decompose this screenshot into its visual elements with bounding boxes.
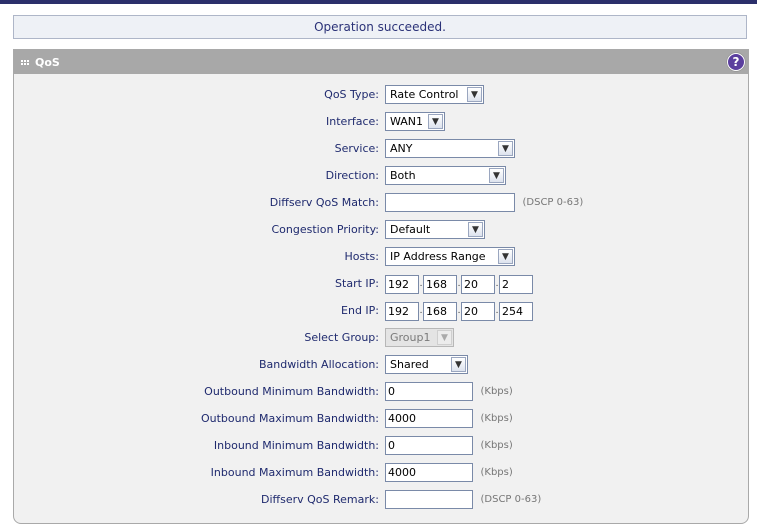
end-ip-octet-1[interactable]: 192: [385, 301, 419, 321]
chevron-down-icon: ▼: [498, 249, 513, 264]
help-icon[interactable]: ?: [727, 53, 745, 71]
row-service: Service: ANY ▼: [14, 139, 750, 159]
inbound-min-hint: (Kbps): [480, 440, 513, 451]
outbound-min-label: Outbound Minimum Bandwidth:: [204, 385, 379, 398]
inbound-max-label: Inbound Maximum Bandwidth:: [210, 466, 379, 479]
row-bandwidth-allocation: Bandwidth Allocation: Shared ▼: [14, 355, 750, 375]
chevron-down-icon: ▼: [489, 168, 504, 183]
status-message: Operation succeeded.: [13, 15, 747, 39]
bandwidth-allocation-value: Shared: [390, 358, 429, 371]
diffserv-remark-input[interactable]: [385, 490, 473, 509]
row-diffserv-match: Diffserv QoS Match: (DSCP 0-63): [14, 193, 750, 213]
chevron-down-icon: ▼: [451, 357, 466, 372]
diffserv-match-hint: (DSCP 0-63): [522, 197, 584, 208]
row-interface: Interface: WAN1 ▼: [14, 112, 750, 132]
top-bar: [0, 0, 757, 4]
chevron-down-icon: ▼: [428, 114, 443, 129]
outbound-min-input[interactable]: 0: [385, 382, 473, 401]
select-group-select: Group1 ▼: [385, 328, 454, 347]
service-select[interactable]: ANY ▼: [385, 139, 515, 158]
select-group-label: Select Group:: [304, 331, 379, 344]
chevron-down-icon: ▼: [467, 87, 482, 102]
start-ip-octet-2[interactable]: 168: [423, 274, 457, 294]
diffserv-remark-hint: (DSCP 0-63): [480, 494, 542, 505]
qos-type-value: Rate Control: [390, 88, 459, 101]
diffserv-match-label: Diffserv QoS Match:: [269, 196, 379, 209]
row-qos-type: QoS Type: Rate Control ▼: [14, 85, 750, 105]
direction-select[interactable]: Both ▼: [385, 166, 506, 185]
interface-select[interactable]: WAN1 ▼: [385, 112, 445, 131]
grip-icon: [21, 59, 29, 65]
chevron-down-icon: ▼: [498, 141, 513, 156]
row-start-ip: Start IP: 192. 168. 20. 2: [14, 274, 750, 294]
direction-label: Direction:: [325, 169, 379, 182]
start-ip-octet-1[interactable]: 192: [385, 274, 419, 294]
row-select-group: Select Group: Group1 ▼: [14, 328, 750, 348]
start-ip-field: 192. 168. 20. 2: [385, 274, 533, 294]
end-ip-field: 192. 168. 20. 254: [385, 301, 533, 321]
direction-value: Both: [390, 169, 416, 182]
panel-title: QoS: [35, 55, 60, 69]
inbound-max-input[interactable]: 4000: [385, 463, 473, 482]
row-congestion-priority: Congestion Priority: Default ▼: [14, 220, 750, 240]
end-ip-octet-4[interactable]: 254: [499, 301, 533, 321]
chevron-down-icon: ▼: [437, 330, 452, 345]
bandwidth-allocation-select[interactable]: Shared ▼: [385, 355, 468, 374]
congestion-priority-label: Congestion Priority:: [271, 223, 380, 236]
start-ip-label: Start IP:: [335, 277, 379, 290]
qos-panel: QoS ? QoS Type: Rate Control ▼ Interface…: [13, 49, 749, 524]
row-end-ip: End IP: 192. 168. 20. 254: [14, 301, 750, 321]
service-value: ANY: [390, 142, 413, 155]
select-group-value: Group1: [390, 331, 431, 344]
qos-type-label: QoS Type:: [324, 88, 379, 101]
hosts-label: Hosts:: [344, 250, 379, 263]
end-ip-octet-2[interactable]: 168: [423, 301, 457, 321]
row-direction: Direction: Both ▼: [14, 166, 750, 186]
outbound-max-label: Outbound Maximum Bandwidth:: [200, 412, 379, 425]
row-outbound-max: Outbound Maximum Bandwidth: 4000 (Kbps): [14, 409, 750, 429]
end-ip-label: End IP:: [341, 304, 379, 317]
interface-value: WAN1: [390, 115, 424, 128]
start-ip-octet-4[interactable]: 2: [499, 274, 533, 294]
inbound-max-hint: (Kbps): [480, 467, 513, 478]
row-outbound-min: Outbound Minimum Bandwidth: 0 (Kbps): [14, 382, 750, 402]
congestion-priority-value: Default: [390, 223, 431, 236]
chevron-down-icon: ▼: [468, 222, 483, 237]
row-inbound-max: Inbound Maximum Bandwidth: 4000 (Kbps): [14, 463, 750, 483]
end-ip-octet-3[interactable]: 20: [461, 301, 495, 321]
row-diffserv-remark: Diffserv QoS Remark: (DSCP 0-63): [14, 490, 750, 510]
inbound-min-label: Inbound Minimum Bandwidth:: [213, 439, 379, 452]
diffserv-remark-label: Diffserv QoS Remark:: [261, 493, 379, 506]
row-hosts: Hosts: IP Address Range ▼: [14, 247, 750, 267]
service-label: Service:: [334, 142, 379, 155]
panel-header: QoS ?: [14, 50, 748, 74]
start-ip-octet-3[interactable]: 20: [461, 274, 495, 294]
congestion-priority-select[interactable]: Default ▼: [385, 220, 485, 239]
outbound-max-hint: (Kbps): [480, 413, 513, 424]
row-inbound-min: Inbound Minimum Bandwidth: 0 (Kbps): [14, 436, 750, 456]
inbound-min-input[interactable]: 0: [385, 436, 473, 455]
outbound-min-hint: (Kbps): [480, 386, 513, 397]
outbound-max-input[interactable]: 4000: [385, 409, 473, 428]
qos-type-select[interactable]: Rate Control ▼: [385, 85, 484, 104]
diffserv-match-input[interactable]: [385, 193, 515, 212]
hosts-select[interactable]: IP Address Range ▼: [385, 247, 515, 266]
hosts-value: IP Address Range: [390, 250, 486, 263]
bandwidth-allocation-label: Bandwidth Allocation:: [259, 358, 379, 371]
interface-label: Interface:: [326, 115, 379, 128]
